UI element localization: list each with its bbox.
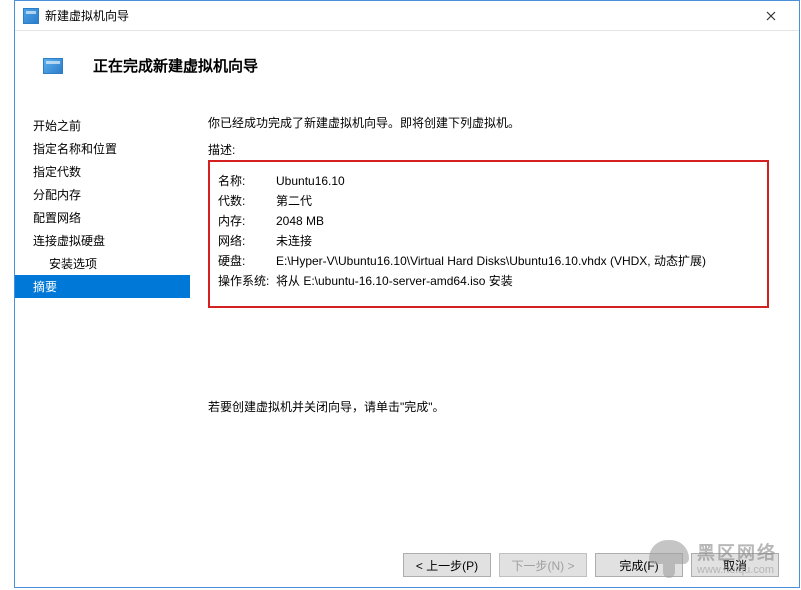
summary-value: 将从 E:\ubuntu-16.10-server-amd64.iso 安装 — [276, 272, 759, 290]
summary-box: 名称: Ubuntu16.10 代数: 第二代 内存: 2048 MB 网络: … — [208, 160, 769, 308]
close-icon — [766, 11, 776, 21]
finish-button[interactable]: 完成(F) — [595, 553, 683, 577]
description-label: 描述: — [208, 141, 769, 158]
intro-text: 你已经成功完成了新建虚拟机向导。即将创建下列虚拟机。 — [208, 114, 769, 131]
instruction-text: 若要创建虚拟机并关闭向导，请单击"完成"。 — [208, 398, 769, 415]
summary-row-disk: 硬盘: E:\Hyper-V\Ubuntu16.10\Virtual Hard … — [218, 252, 759, 270]
summary-key: 硬盘: — [218, 252, 276, 270]
step-memory[interactable]: 分配内存 — [15, 183, 190, 206]
wizard-body: 开始之前 指定名称和位置 指定代数 分配内存 配置网络 连接虚拟硬盘 安装选项 … — [15, 96, 799, 516]
summary-value: 2048 MB — [276, 212, 759, 230]
cancel-button[interactable]: 取消 — [691, 553, 779, 577]
summary-row-network: 网络: 未连接 — [218, 232, 759, 250]
close-button[interactable] — [751, 2, 791, 30]
wizard-header: 正在完成新建虚拟机向导 — [15, 31, 799, 96]
summary-value: 第二代 — [276, 192, 759, 210]
summary-key: 操作系统: — [218, 272, 276, 290]
app-icon — [23, 8, 39, 24]
next-button: 下一步(N) > — [499, 553, 587, 577]
window-title: 新建虚拟机向导 — [45, 7, 751, 24]
step-install-options[interactable]: 安装选项 — [15, 252, 190, 275]
summary-row-os: 操作系统: 将从 E:\ubuntu-16.10-server-amd64.is… — [218, 272, 759, 290]
summary-row-generation: 代数: 第二代 — [218, 192, 759, 210]
summary-key: 名称: — [218, 172, 276, 190]
summary-value: 未连接 — [276, 232, 759, 250]
summary-row-memory: 内存: 2048 MB — [218, 212, 759, 230]
titlebar: 新建虚拟机向导 — [15, 1, 799, 31]
summary-key: 内存: — [218, 212, 276, 230]
step-summary[interactable]: 摘要 — [15, 275, 190, 298]
summary-value: E:\Hyper-V\Ubuntu16.10\Virtual Hard Disk… — [276, 252, 759, 270]
step-generation[interactable]: 指定代数 — [15, 160, 190, 183]
wizard-sidebar: 开始之前 指定名称和位置 指定代数 分配内存 配置网络 连接虚拟硬盘 安装选项 … — [15, 96, 190, 516]
wizard-content: 你已经成功完成了新建虚拟机向导。即将创建下列虚拟机。 描述: 名称: Ubunt… — [190, 96, 799, 516]
wizard-footer: < 上一步(P) 下一步(N) > 完成(F) 取消 — [403, 553, 779, 577]
wizard-window: 新建虚拟机向导 正在完成新建虚拟机向导 开始之前 指定名称和位置 指定代数 分配… — [14, 0, 800, 588]
step-vhd[interactable]: 连接虚拟硬盘 — [15, 229, 190, 252]
step-before-you-begin[interactable]: 开始之前 — [15, 114, 190, 137]
wizard-icon — [43, 58, 63, 74]
summary-key: 网络: — [218, 232, 276, 250]
left-edge — [0, 0, 14, 590]
summary-value: Ubuntu16.10 — [276, 172, 759, 190]
step-network[interactable]: 配置网络 — [15, 206, 190, 229]
back-button[interactable]: < 上一步(P) — [403, 553, 491, 577]
summary-row-name: 名称: Ubuntu16.10 — [218, 172, 759, 190]
step-name-location[interactable]: 指定名称和位置 — [15, 137, 190, 160]
summary-key: 代数: — [218, 192, 276, 210]
wizard-title: 正在完成新建虚拟机向导 — [93, 55, 258, 76]
